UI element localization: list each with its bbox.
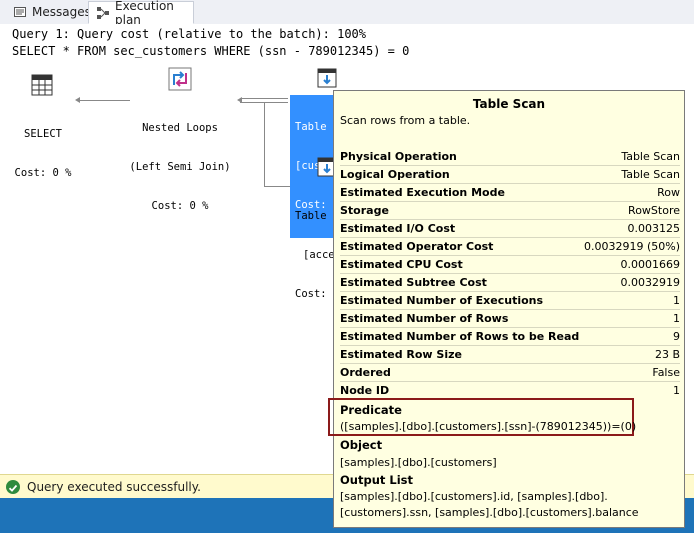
property-key: Node ID bbox=[340, 384, 390, 397]
property-key: Estimated Row Size bbox=[340, 348, 462, 361]
connector-line bbox=[264, 102, 265, 186]
property-key: Estimated Operator Cost bbox=[340, 240, 494, 253]
property-row: Estimated Row Size 23 B bbox=[340, 345, 680, 363]
table-scan-tooltip: Table Scan Scan rows from a table. Physi… bbox=[328, 90, 685, 528]
property-row: Ordered False bbox=[340, 363, 680, 381]
property-row: Logical Operation Table Scan bbox=[340, 165, 680, 183]
tooltip-description: Scan rows from a table. bbox=[340, 114, 471, 127]
results-tab-bar: Messages Execution plan bbox=[0, 0, 694, 27]
query-header: Query 1: Query cost (relative to the bat… bbox=[0, 24, 694, 63]
property-key: Estimated Number of Executions bbox=[340, 294, 544, 307]
output-list-title: Output List bbox=[340, 473, 413, 487]
property-row: Estimated I/O Cost 0.003125 bbox=[340, 219, 680, 237]
success-check-icon bbox=[6, 480, 20, 494]
property-key: Storage bbox=[340, 204, 389, 217]
object-title: Object bbox=[340, 438, 383, 452]
property-value: 1 bbox=[673, 384, 680, 397]
operator-cost: Cost: 0 % bbox=[14, 167, 72, 179]
status-message: Query executed successfully. bbox=[27, 480, 201, 494]
query-cost-line: Query 1: Query cost (relative to the bat… bbox=[12, 27, 367, 41]
nested-loops-label[interactable]: Nested Loops (Left Semi Join) Cost: 0 % bbox=[118, 96, 242, 239]
tab-messages[interactable]: Messages bbox=[6, 2, 91, 22]
output-list-line: [samples].[dbo].[customers].id, [samples… bbox=[340, 490, 608, 503]
property-value: 1 bbox=[673, 294, 680, 307]
property-row: Estimated Operator Cost 0.0032919 (50%) bbox=[340, 237, 680, 255]
property-value: Table Scan bbox=[621, 150, 680, 163]
predicate-value: ([samples].[dbo].[customers].[ssn]-(7890… bbox=[340, 420, 637, 433]
table-scan-icon[interactable] bbox=[317, 68, 337, 92]
operator-name: Table bbox=[295, 210, 333, 222]
property-key: Estimated Subtree Cost bbox=[340, 276, 487, 289]
property-value: 0.003125 bbox=[627, 222, 681, 235]
property-row: Estimated Execution Mode Row bbox=[340, 183, 680, 201]
operator-name: Nested Loops bbox=[142, 122, 218, 134]
property-key: Estimated Number of Rows bbox=[340, 312, 509, 325]
connector-line bbox=[264, 186, 290, 187]
table-scan-accounts-label[interactable]: Table [acce Cost: bbox=[295, 184, 335, 327]
property-row: Estimated Number of Rows 1 bbox=[340, 309, 680, 327]
messages-icon bbox=[14, 6, 26, 18]
tab-execution-plan[interactable]: Execution plan bbox=[88, 0, 194, 27]
nested-loops-icon[interactable] bbox=[168, 67, 192, 95]
tab-label: Execution plan bbox=[115, 0, 174, 27]
property-value: 0.0032919 bbox=[620, 276, 681, 289]
operator-cost: Cost: 0 % bbox=[151, 200, 209, 212]
property-value: False bbox=[652, 366, 680, 379]
property-value: Row bbox=[657, 186, 680, 199]
property-key: Estimated CPU Cost bbox=[340, 258, 463, 271]
select-operator-label[interactable]: SELECT Cost: 0 % bbox=[5, 102, 81, 206]
property-row: Physical Operation Table Scan bbox=[340, 148, 680, 165]
object-value: [samples].[dbo].[customers] bbox=[340, 456, 497, 469]
operator-table: [acce bbox=[303, 249, 335, 261]
predicate-title: Predicate bbox=[340, 403, 402, 417]
connector-line bbox=[240, 98, 288, 99]
property-value: 0.0001669 bbox=[620, 258, 681, 271]
property-key: Estimated Execution Mode bbox=[340, 186, 505, 199]
query-sql-line: SELECT * FROM sec_customers WHERE (ssn -… bbox=[12, 44, 410, 58]
operator-name: SELECT bbox=[24, 128, 62, 140]
property-value: Table Scan bbox=[621, 168, 680, 181]
property-row: Storage RowStore bbox=[340, 201, 680, 219]
property-value: 9 bbox=[673, 330, 680, 343]
property-key: Estimated I/O Cost bbox=[340, 222, 456, 235]
property-row: Estimated CPU Cost 0.0001669 bbox=[340, 255, 680, 273]
property-key: Estimated Number of Rows to be Read bbox=[340, 330, 580, 343]
tooltip-properties: Physical Operation Table Scan Logical Ope… bbox=[340, 148, 680, 399]
property-value: RowStore bbox=[628, 204, 680, 217]
execution-plan-icon bbox=[97, 6, 109, 19]
operator-cost: Cost: bbox=[295, 288, 327, 300]
select-operator-icon[interactable] bbox=[31, 74, 53, 100]
property-key: Physical Operation bbox=[340, 150, 457, 163]
output-list-line: [customers].ssn, [samples].[dbo].[custom… bbox=[340, 506, 639, 519]
property-key: Ordered bbox=[340, 366, 391, 379]
property-key: Logical Operation bbox=[340, 168, 450, 181]
tab-label: Messages bbox=[32, 5, 91, 19]
operator-name: Table bbox=[295, 121, 327, 133]
property-value: 23 B bbox=[654, 348, 680, 361]
property-row: Node ID 1 bbox=[340, 381, 680, 399]
tooltip-title: Table Scan bbox=[472, 97, 546, 111]
property-value: 1 bbox=[673, 312, 680, 325]
property-row: Estimated Number of Rows to be Read 9 bbox=[340, 327, 680, 345]
property-row: Estimated Subtree Cost 0.0032919 bbox=[340, 273, 680, 291]
property-row: Estimated Number of Executions 1 bbox=[340, 291, 680, 309]
property-value: 0.0032919 (50%) bbox=[583, 240, 680, 253]
operator-subtype: (Left Semi Join) bbox=[129, 161, 231, 173]
